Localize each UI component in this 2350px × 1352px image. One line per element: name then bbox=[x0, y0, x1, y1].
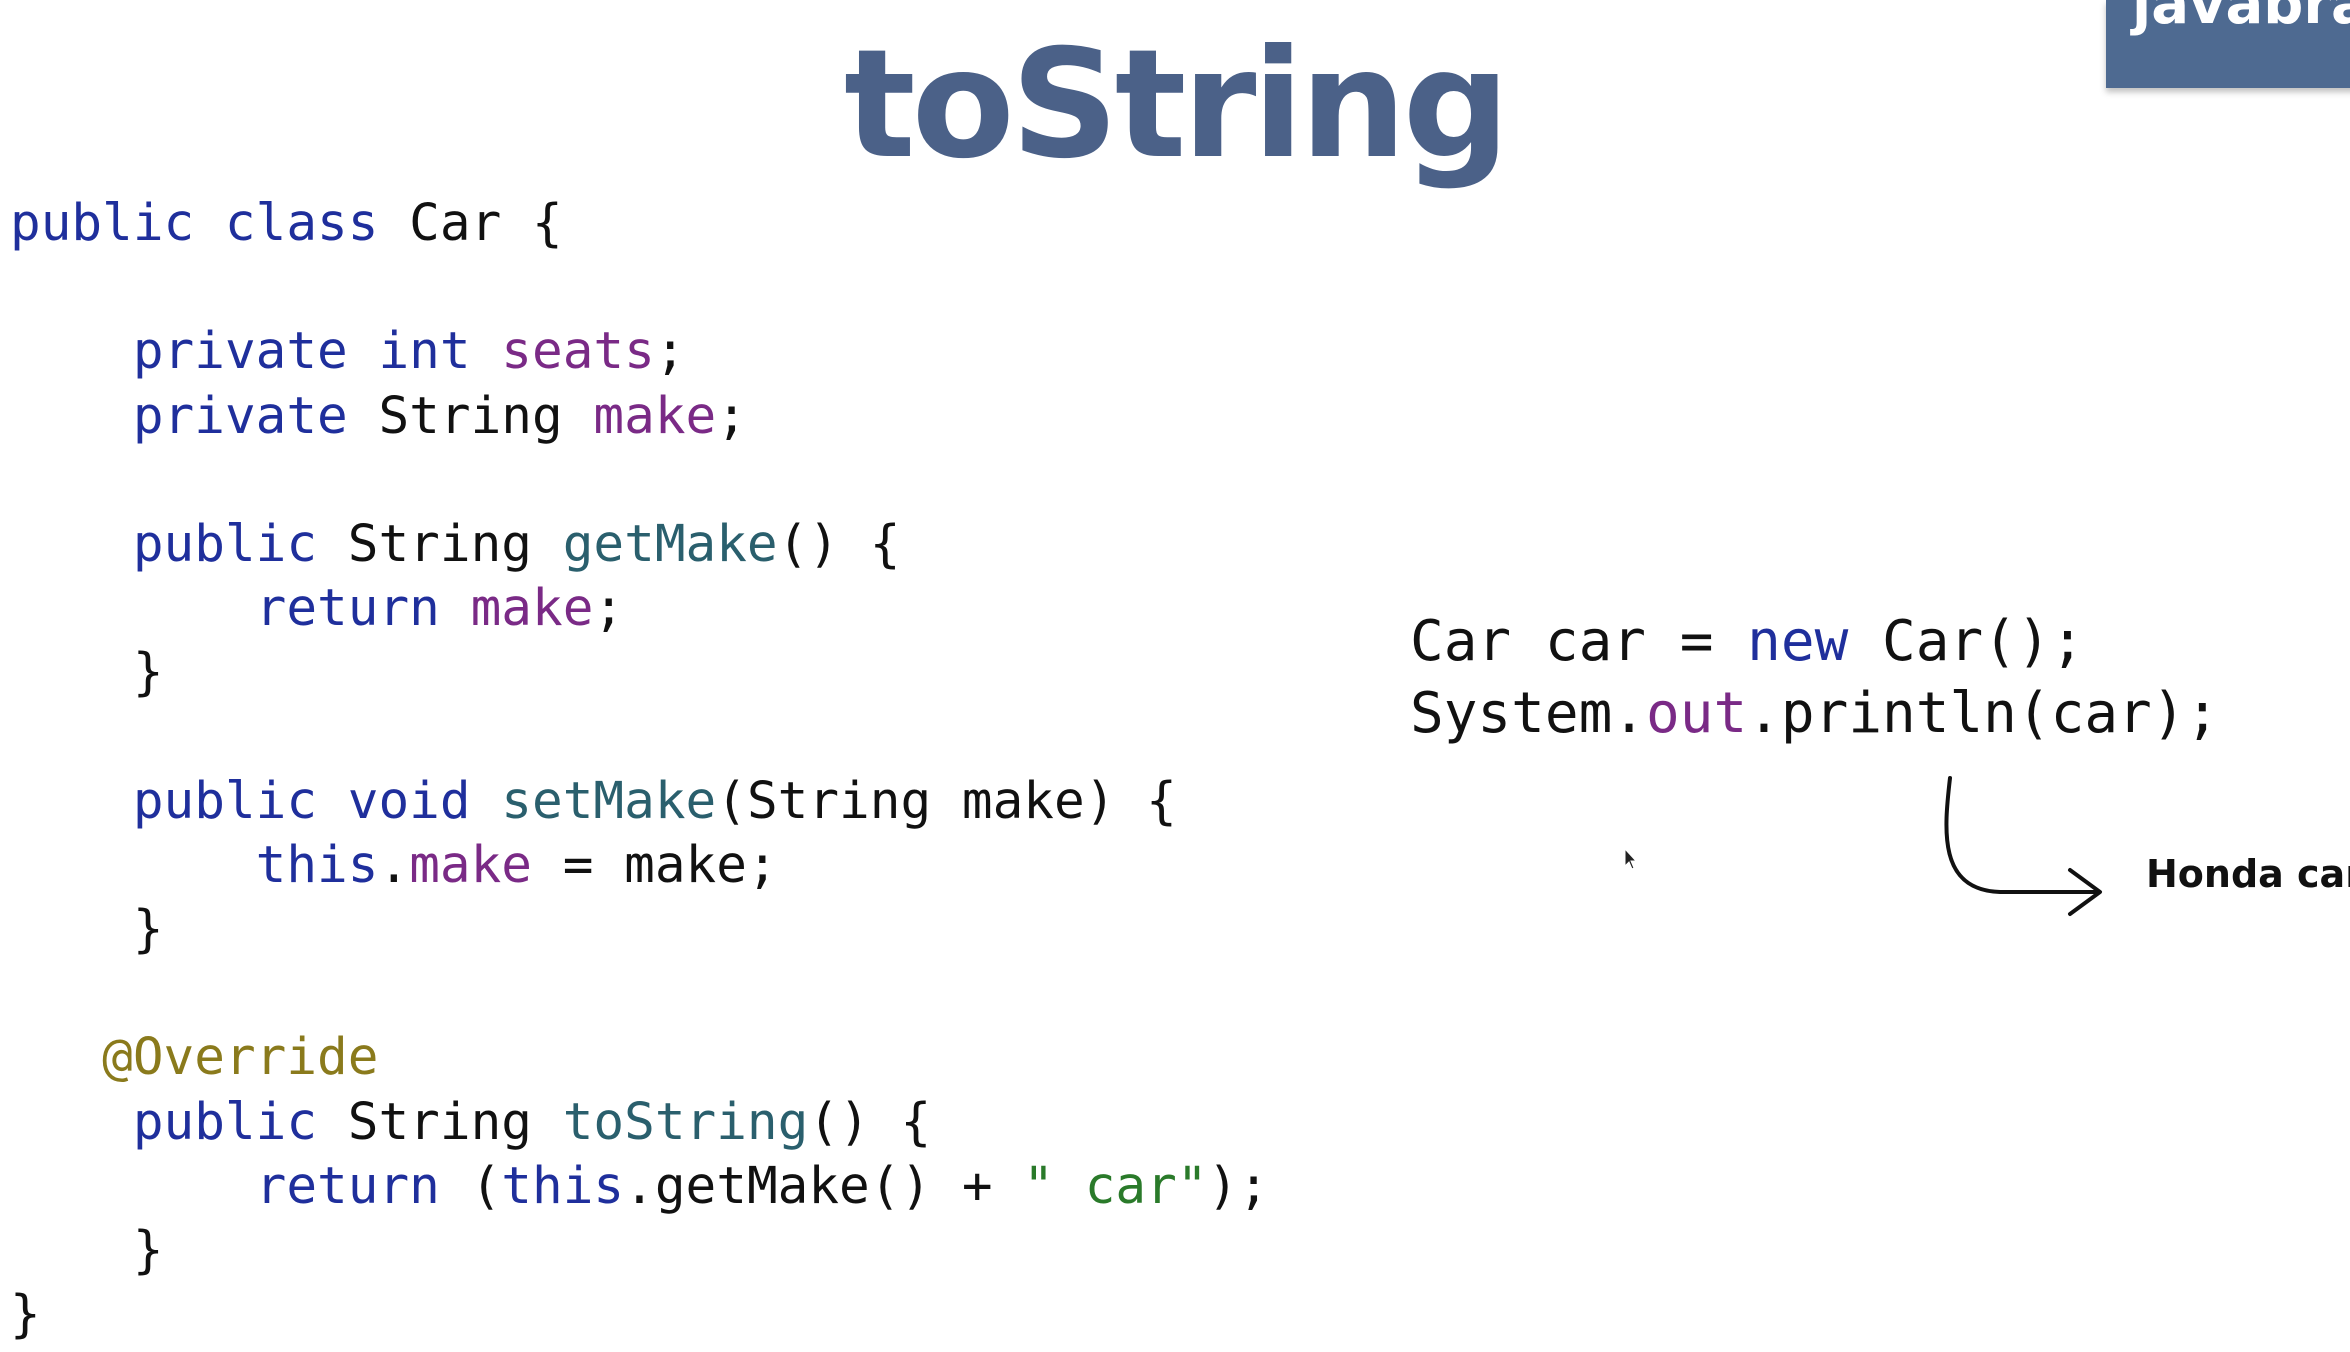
code-token: public void bbox=[132, 771, 502, 831]
code-token: } bbox=[10, 1285, 41, 1345]
code-token: make bbox=[409, 835, 533, 895]
code-line: return make; bbox=[10, 577, 1269, 641]
brand-logo: javabra bbox=[2106, 0, 2350, 88]
code-line: public class Car { bbox=[10, 192, 1269, 256]
code-token: Car { bbox=[409, 194, 563, 253]
code-token: = make; bbox=[532, 835, 778, 895]
code-line: private int seats; bbox=[10, 320, 1269, 384]
code-line: } bbox=[10, 1219, 1269, 1283]
code-token: @Override bbox=[102, 1028, 379, 1088]
slide-title: toString bbox=[843, 18, 1510, 192]
code-token: public bbox=[132, 1092, 348, 1152]
code-line: } bbox=[10, 1283, 1269, 1347]
code-token: ); bbox=[1207, 1156, 1269, 1216]
code-line: } bbox=[10, 641, 1269, 705]
code-token: String bbox=[347, 1092, 563, 1152]
code-token: toString bbox=[562, 1092, 809, 1152]
code-token: ( bbox=[470, 1156, 502, 1216]
code-line: public String getMake() { bbox=[10, 513, 1269, 577]
code-token: Car car = bbox=[1410, 609, 1748, 674]
code-token: . bbox=[378, 835, 410, 895]
code-token: public class bbox=[10, 194, 410, 253]
code-token: seats bbox=[501, 322, 655, 382]
code-line: return (this.getMake() + " car"); bbox=[10, 1155, 1269, 1219]
code-token: make bbox=[470, 579, 594, 639]
car-class-code-block: public class Car { private int seats; pr… bbox=[10, 192, 1269, 1347]
code-token: } bbox=[10, 643, 164, 703]
code-token: } bbox=[10, 1221, 164, 1280]
code-token: .println(car); bbox=[1747, 681, 2220, 746]
code-token: return bbox=[255, 1156, 471, 1216]
code-line: } bbox=[10, 898, 1269, 962]
code-token: make bbox=[593, 386, 717, 446]
code-token: return bbox=[255, 579, 471, 639]
code-token: public bbox=[132, 514, 348, 574]
code-line: public void setMake(String make) { bbox=[10, 770, 1269, 834]
code-token: System. bbox=[1410, 681, 1647, 746]
code-token: Car(); bbox=[1882, 609, 2085, 674]
code-token: setMake bbox=[501, 771, 717, 831]
usage-line: System.out.println(car); bbox=[1410, 678, 2219, 750]
code-token: ; bbox=[593, 579, 625, 639]
code-token: ; bbox=[716, 386, 747, 446]
usage-code-block: Car car = new Car(); System.out.println(c… bbox=[1410, 606, 2219, 750]
brand-logo-text: javabra bbox=[2132, 0, 2350, 37]
code-token: " car" bbox=[1023, 1156, 1208, 1216]
code-token: out bbox=[1646, 681, 1748, 746]
code-token: .getMake() + bbox=[624, 1156, 1024, 1216]
output-label: Honda car bbox=[2146, 852, 2350, 896]
mouse-pointer-icon bbox=[1624, 848, 1638, 870]
code-token: ; bbox=[654, 322, 686, 382]
code-token: String bbox=[378, 386, 594, 446]
code-token: (String make) { bbox=[716, 771, 1177, 831]
code-line: public String toString() { bbox=[10, 1091, 1269, 1155]
curved-arrow-icon bbox=[1944, 776, 2102, 916]
code-line: this.make = make; bbox=[10, 834, 1269, 898]
code-token: private bbox=[132, 386, 379, 446]
code-line: @Override bbox=[10, 1026, 1269, 1090]
code-token: new bbox=[1747, 609, 1883, 674]
code-line: private String make; bbox=[10, 385, 1269, 449]
code-token: } bbox=[10, 900, 164, 960]
code-token: this bbox=[255, 835, 379, 895]
usage-line: Car car = new Car(); bbox=[1410, 606, 2219, 678]
code-token: String bbox=[347, 514, 563, 574]
code-token: () { bbox=[808, 1092, 932, 1152]
code-token: getMake bbox=[562, 514, 778, 574]
code-token: private int bbox=[132, 322, 502, 382]
code-token: this bbox=[501, 1156, 625, 1216]
code-token: () { bbox=[777, 514, 901, 574]
